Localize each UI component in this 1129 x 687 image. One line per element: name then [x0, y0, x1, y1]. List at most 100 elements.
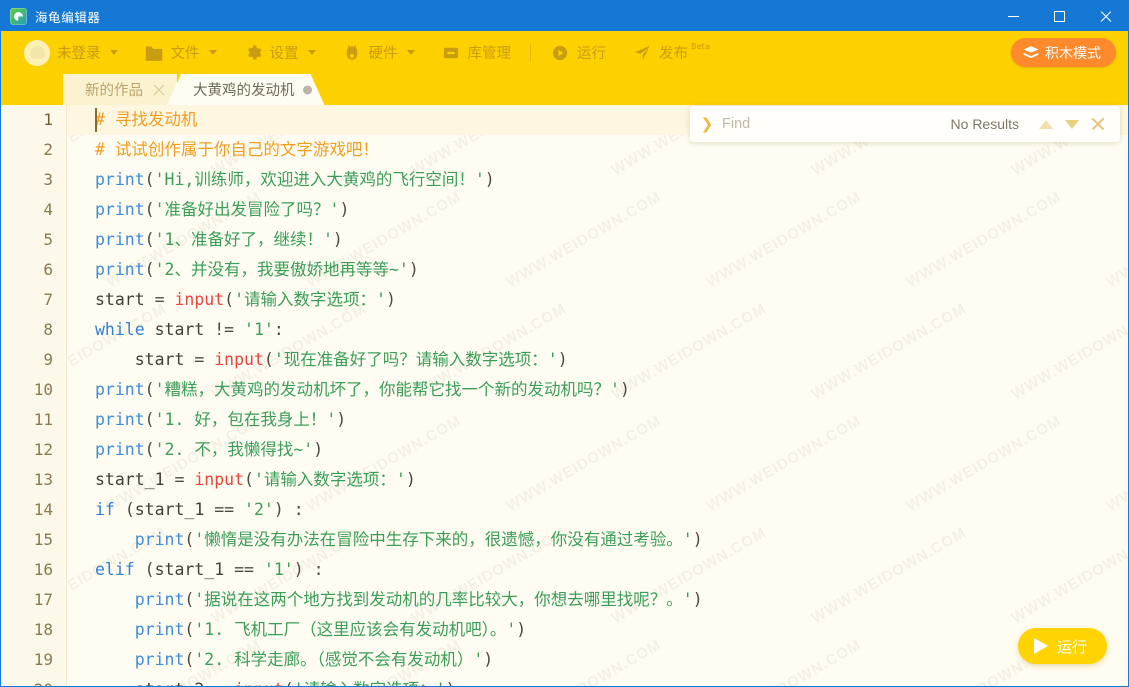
- code-token: # 寻找发动机: [95, 110, 198, 129]
- code-token: 'Hi,训练师，欢迎进入大黄鸡的飞行空间！': [154, 170, 485, 189]
- menu-library[interactable]: 库管理: [428, 31, 525, 74]
- code-line[interactable]: print('准备好出发冒险了吗？'): [95, 195, 1128, 225]
- menu-settings-label: 设置: [269, 46, 299, 62]
- code-line[interactable]: start = input('现在准备好了吗？请输入数字选项：'): [95, 345, 1128, 375]
- line-number: 13: [33, 470, 53, 489]
- close-icon: [1091, 117, 1105, 131]
- unsaved-dot-icon[interactable]: [303, 85, 312, 94]
- menu-hardware[interactable]: 硬件: [329, 31, 428, 74]
- code-token: print: [134, 620, 185, 639]
- line-number: 5: [43, 230, 53, 249]
- code-token: '糟糕，大黄鸡的发动机坏了，你能帮它找一个新的发动机吗？': [154, 380, 620, 399]
- search-input[interactable]: [722, 112, 951, 136]
- code-token: (: [144, 380, 155, 399]
- code-token: ): [332, 230, 343, 249]
- find-next-button[interactable]: [1059, 111, 1085, 137]
- code-lines[interactable]: # 寻找发动机 # 试试创作属于你自己的文字游戏吧！ print('Hi,训练师，欢…: [67, 105, 1128, 686]
- account-menu[interactable]: 未登录: [11, 31, 131, 74]
- tab-close-icon[interactable]: [153, 83, 166, 96]
- chevron-down-icon: [109, 50, 118, 55]
- line-number: 20: [1, 675, 53, 686]
- line-number-gutter: 1234567891011121314151617181920: [1, 105, 67, 686]
- code-token: (: [144, 260, 155, 279]
- code-token: '请输入数字选项：': [253, 470, 406, 489]
- code-line[interactable]: print('1、准备好了，继续！'): [95, 225, 1128, 255]
- menu-file[interactable]: 文件: [131, 31, 230, 74]
- main-toolbar: 未登录 文件 设置 硬件 库管理 运行 发布 Beta 积木模式: [1, 31, 1128, 74]
- find-bar[interactable]: ❯ No Results: [690, 106, 1120, 142]
- menu-run[interactable]: 运行: [537, 31, 619, 74]
- code-token: ): [339, 200, 350, 219]
- maximize-button[interactable]: [1036, 1, 1082, 31]
- line-number: 17: [33, 590, 53, 609]
- code-line[interactable]: start = input('请输入数字选项：'): [95, 285, 1128, 315]
- menu-settings[interactable]: 设置: [230, 31, 329, 74]
- send-icon: [632, 44, 652, 62]
- tab-new-work[interactable]: 新的作品: [63, 74, 177, 105]
- run-floating-button[interactable]: 运行: [1017, 628, 1107, 664]
- code-line[interactable]: print('1. 好，包在我身上！'): [95, 405, 1128, 435]
- code-line[interactable]: print('糟糕，大黄鸡的发动机坏了，你能帮它找一个新的发动机吗？'): [95, 375, 1128, 405]
- code-line[interactable]: print('Hi,训练师，欢迎进入大黄鸡的飞行空间！'): [95, 165, 1128, 195]
- line-number: 12: [33, 440, 53, 459]
- play-circle-icon: [550, 44, 570, 62]
- code-area[interactable]: 1234567891011121314151617181920 # 寻找发动机#…: [1, 105, 1128, 686]
- code-token: '现在准备好了吗？请输入数字选项：': [273, 350, 558, 369]
- code-token: elif: [95, 560, 145, 579]
- code-line[interactable]: elif (start_1 == '1') :: [95, 555, 1128, 585]
- block-mode-button[interactable]: 积木模式: [1011, 38, 1116, 67]
- line-number: 16: [33, 560, 53, 579]
- find-close-button[interactable]: [1085, 111, 1111, 137]
- turtle-editor-logo-icon: [10, 7, 27, 25]
- code-line[interactable]: print('1. 飞机工厂（这里应该会有发动机吧）。'): [95, 615, 1128, 645]
- find-previous-button[interactable]: [1033, 111, 1059, 137]
- line-number: 2: [43, 140, 53, 159]
- tab-label: 大黄鸡的发动机: [193, 83, 295, 99]
- code-line[interactable]: print('懒惰是没有办法在冒险中生存下来的，很遗憾，你没有通过考验。'): [95, 525, 1128, 555]
- code-line[interactable]: print('据说在这两个地方找到发动机的几率比较大，你想去哪里找呢？。'): [95, 585, 1128, 615]
- code-line[interactable]: start_2 = input('请输入数字选项：'): [95, 675, 1128, 686]
- code-token: (: [224, 290, 235, 309]
- line-number: 18: [33, 620, 53, 639]
- code-token: print: [95, 230, 145, 249]
- code-line[interactable]: start_1 = input('请输入数字选项：'): [95, 465, 1128, 495]
- code-token: # 试试创作属于你自己的文字游戏吧！: [95, 140, 379, 159]
- code-line[interactable]: print('2. 科学走廊。（感觉不会有发动机）'): [95, 645, 1128, 675]
- code-token: =: [154, 290, 175, 309]
- line-number: 19: [33, 650, 53, 669]
- code-token: (: [144, 440, 155, 459]
- code-token: '2': [244, 500, 274, 519]
- code-token: start_2: [95, 680, 214, 686]
- gear-icon: [243, 44, 263, 62]
- code-token: (: [184, 530, 195, 549]
- close-button[interactable]: [1082, 1, 1128, 31]
- code-token: ): [405, 470, 416, 489]
- code-line[interactable]: print('2、并没有，我要傲娇地再等等~'): [95, 255, 1128, 285]
- code-token: ): [446, 680, 456, 686]
- tab-active-project[interactable]: 大黄鸡的发动机: [167, 74, 325, 105]
- turtle-editor-window: 海龟编辑器 未登录 文件 设置 硬件 库管理 运行 发布 Beta 积木模式 新…: [0, 0, 1129, 687]
- chevron-right-icon[interactable]: ❯: [698, 115, 716, 133]
- code-token: !=: [214, 320, 245, 339]
- code-token: print: [95, 260, 145, 279]
- line-number: 9: [43, 350, 53, 369]
- line-number: 4: [43, 200, 53, 219]
- menu-publish[interactable]: 发布 Beta: [619, 31, 723, 74]
- code-token: print: [95, 170, 145, 189]
- toolbar-divider: [530, 43, 531, 62]
- library-icon: [441, 44, 461, 62]
- menu-library-label: 库管理: [467, 46, 512, 62]
- code-token: =: [194, 350, 215, 369]
- code-line[interactable]: print('2. 不，我懒得找~'): [95, 435, 1128, 465]
- code-token: (: [144, 200, 155, 219]
- code-line[interactable]: while start != '1':: [95, 315, 1128, 345]
- run-button-label: 运行: [1056, 637, 1087, 656]
- code-token: '请输入数字选项：': [294, 680, 446, 686]
- minimize-button[interactable]: [990, 1, 1036, 31]
- code-token: print: [95, 440, 145, 459]
- code-token: (: [124, 500, 135, 519]
- code-token: (: [284, 680, 294, 686]
- code-token: start: [95, 290, 155, 309]
- code-line[interactable]: if (start_1 == '2') :: [95, 495, 1128, 525]
- code-editor[interactable]: WWW.WEIDOWN.COM WWW.WEIDOWN.COM WWW.WEIDOW…: [1, 105, 1128, 686]
